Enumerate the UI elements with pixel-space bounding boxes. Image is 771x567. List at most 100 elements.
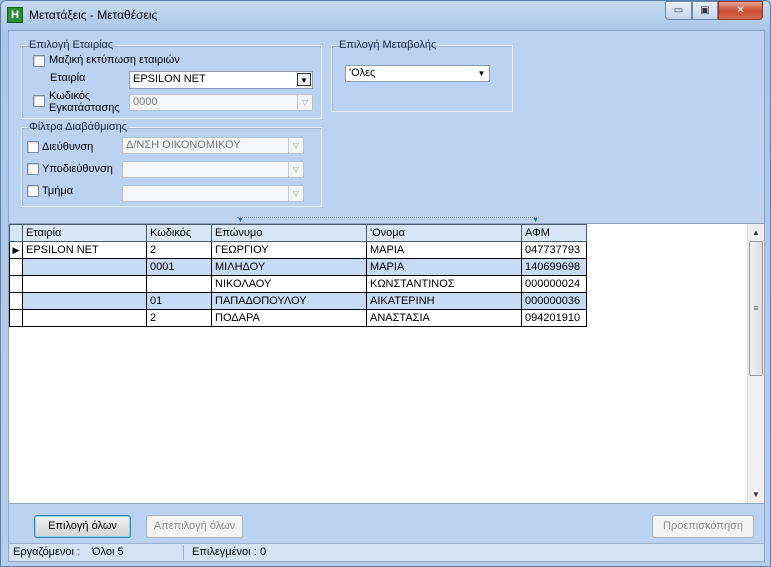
employees-table: Εταιρία Κωδικός Επώνυμο 'Ονομα ΑΦΜ ▶ EPS… <box>9 224 587 327</box>
cell-code[interactable]: 2 <box>146 309 212 327</box>
direction-label: Διεύθυνση <box>42 141 94 153</box>
table-header-row: Εταιρία Κωδικός Επώνυμο 'Ονομα ΑΦΜ <box>9 224 587 242</box>
table-row[interactable]: 0001 ΜΙΛΗΔΟΥ ΜΑΡΙΑ 140699698 <box>9 258 587 276</box>
panel-splitter[interactable]: ▼ ▼ <box>237 217 539 224</box>
selected-status-label: Επιλεγμένοι : <box>192 546 257 558</box>
install-code-select-value: 0000 <box>133 96 158 108</box>
action-bar: Επιλογή όλων Απεπιλογή όλων Προεπισκόπησ… <box>9 505 764 543</box>
chevron-down-icon[interactable]: ▽ <box>288 186 303 201</box>
table-row[interactable]: 2 ΠΟΔΑΡΑ ΑΝΑΣΤΑΣΙΑ 094201910 <box>9 309 587 327</box>
selected-status-value: 0 <box>260 546 267 558</box>
filters-panel: Επιλογή Εταιρίας Μαζική εκτύπωση εταιριώ… <box>9 31 764 214</box>
subdirection-select[interactable]: ▽ <box>122 161 304 178</box>
install-code-checkbox[interactable] <box>33 95 45 107</box>
column-header-code[interactable]: Κωδικός <box>146 224 212 242</box>
cell-afm[interactable]: 000000036 <box>521 292 587 310</box>
cell-afm[interactable]: 047737793 <box>521 241 587 259</box>
cell-company[interactable]: EPSILON NET <box>22 241 147 259</box>
filters-group-legend: Φίλτρα Διαβάθμισης <box>29 121 128 133</box>
company-group-legend: Επιλογή Εταιρίας <box>29 39 114 51</box>
title-bar[interactable]: H Μετατάξεις - Μεταθέσεις ▭ ▣ ✕ <box>1 1 770 29</box>
cell-afm[interactable]: 140699698 <box>521 258 587 276</box>
row-header-corner <box>9 224 23 242</box>
direction-checkbox[interactable] <box>27 141 39 153</box>
cell-afm[interactable]: 094201910 <box>521 309 587 327</box>
app-logo-icon: H <box>7 7 23 23</box>
minimize-button[interactable]: ▭ <box>665 1 692 20</box>
column-header-afm[interactable]: ΑΦΜ <box>521 224 587 242</box>
install-code-label-line1: Κωδικός <box>49 90 91 102</box>
cell-surname[interactable]: ΓΕΩΡΓΙΟΥ <box>211 241 367 259</box>
change-type-select-value: 'Ολες <box>349 67 376 79</box>
employees-status-label: Εργαζόμενοι : <box>13 546 81 558</box>
row-header-cell[interactable] <box>9 258 23 276</box>
install-code-select[interactable]: 0000 ▽ <box>129 94 313 111</box>
table-row[interactable]: ΝΙΚΟΛΑΟΥ ΚΩΝΣΤΑΝΤΙΝΟΣ 000000024 <box>9 275 587 293</box>
department-label: Τμήμα <box>42 185 74 197</box>
direction-select[interactable]: Δ/ΝΣΗ ΟΙΚΟΝΟΜΙΚΟΥ ▽ <box>122 137 304 154</box>
table-row[interactable]: 01 ΠΑΠΑΔΟΠΟΥΛΟΥ ΑΙΚΑΤΕΡΙΝΗ 000000036 <box>9 292 587 310</box>
scroll-down-arrow-icon[interactable]: ▼ <box>748 486 764 503</box>
scroll-up-arrow-icon[interactable]: ▲ <box>748 224 764 241</box>
mass-print-label: Μαζική εκτύπωση εταιριών <box>49 54 180 66</box>
employees-status-value: Όλοι 5 <box>92 546 124 558</box>
cell-name[interactable]: ΑΝΑΣΤΑΣΙΑ <box>366 309 522 327</box>
dropdown-arrow-icon[interactable]: ▼ <box>474 66 489 81</box>
row-header-cell[interactable] <box>9 275 23 293</box>
preview-button[interactable]: Προεπισκόπηση <box>652 515 754 538</box>
client-area: Επιλογή Εταιρίας Μαζική εκτύπωση εταιριώ… <box>8 30 765 562</box>
mass-print-checkbox[interactable] <box>33 55 45 67</box>
row-header-cell[interactable] <box>9 309 23 327</box>
change-type-select[interactable]: 'Ολες ▼ <box>345 65 490 82</box>
vertical-scrollbar[interactable]: ▲ ≡ ▼ <box>747 224 764 503</box>
employees-grid[interactable]: Εταιρία Κωδικός Επώνυμο 'Ονομα ΑΦΜ ▶ EPS… <box>9 223 764 504</box>
chevron-down-icon[interactable]: ▽ <box>297 95 312 110</box>
row-header-cell[interactable] <box>9 292 23 310</box>
install-code-label: Κωδικός Εγκατάστασης <box>49 90 120 114</box>
cell-company[interactable] <box>22 309 147 327</box>
cell-company[interactable] <box>22 292 147 310</box>
column-header-surname[interactable]: Επώνυμο <box>211 224 367 242</box>
cell-surname[interactable]: ΜΙΛΗΔΟΥ <box>211 258 367 276</box>
department-checkbox[interactable] <box>27 185 39 197</box>
company-label: Εταιρία <box>50 72 86 84</box>
main-window: H Μετατάξεις - Μεταθέσεις ▭ ▣ ✕ Επιλογή … <box>0 0 771 567</box>
cell-name[interactable]: ΜΑΡΙΑ <box>366 241 522 259</box>
table-row[interactable]: ▶ EPSILON NET 2 ΓΕΩΡΓΙΟΥ ΜΑΡΙΑ 047737793 <box>9 241 587 259</box>
cell-name[interactable]: ΚΩΝΣΤΑΝΤΙΝΟΣ <box>366 275 522 293</box>
cell-afm[interactable]: 000000024 <box>521 275 587 293</box>
cell-name[interactable]: ΜΑΡΙΑ <box>366 258 522 276</box>
column-header-company[interactable]: Εταιρία <box>22 224 147 242</box>
cell-surname[interactable]: ΠΟΔΑΡΑ <box>211 309 367 327</box>
subdirection-checkbox[interactable] <box>27 163 39 175</box>
column-header-name[interactable]: 'Ονομα <box>366 224 522 242</box>
current-row-indicator-icon: ▶ <box>9 241 23 259</box>
subdirection-label: Υποδιεύθυνση <box>42 163 113 175</box>
dropdown-arrow-icon[interactable]: ▼ <box>297 73 311 86</box>
window-title: Μετατάξεις - Μεταθέσεις <box>29 8 158 22</box>
cell-company[interactable] <box>22 275 147 293</box>
scroll-thumb[interactable]: ≡ <box>749 241 763 376</box>
cell-code[interactable]: 01 <box>146 292 212 310</box>
direction-select-value: Δ/ΝΣΗ ΟΙΚΟΝΟΜΙΚΟΥ <box>126 139 241 151</box>
close-button[interactable]: ✕ <box>718 1 763 20</box>
company-select[interactable]: EPSILON NET ▼ <box>129 71 313 89</box>
cell-code[interactable]: 0001 <box>146 258 212 276</box>
install-code-label-line2: Εγκατάστασης <box>49 102 120 114</box>
status-bar: Εργαζόμενοι : Όλοι 5 Επιλεγμένοι : 0 <box>9 543 764 561</box>
cell-name[interactable]: ΑΙΚΑΤΕΡΙΝΗ <box>366 292 522 310</box>
chevron-down-icon[interactable]: ▽ <box>288 138 303 153</box>
cell-company[interactable] <box>22 258 147 276</box>
cell-code[interactable] <box>146 275 212 293</box>
department-select[interactable]: ▽ <box>122 185 304 202</box>
select-all-button[interactable]: Επιλογή όλων <box>34 515 131 538</box>
cell-code[interactable]: 2 <box>146 241 212 259</box>
company-select-value: EPSILON NET <box>133 73 206 85</box>
cell-surname[interactable]: ΝΙΚΟΛΑΟΥ <box>211 275 367 293</box>
change-group-legend: Επιλογή Μεταβολής <box>339 39 437 51</box>
chevron-down-icon[interactable]: ▽ <box>288 162 303 177</box>
cell-surname[interactable]: ΠΑΠΑΔΟΠΟΥΛΟΥ <box>211 292 367 310</box>
deselect-all-button[interactable]: Απεπιλογή όλων <box>146 515 243 538</box>
status-separator <box>183 545 184 560</box>
maximize-button[interactable]: ▣ <box>692 1 718 20</box>
